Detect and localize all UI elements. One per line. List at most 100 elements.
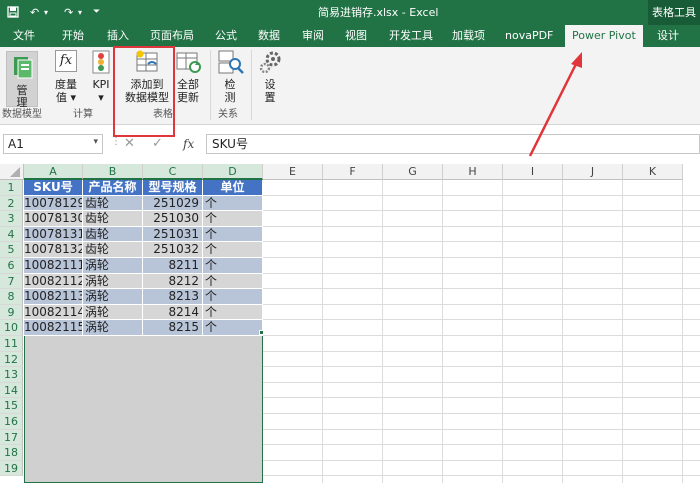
table-cell-unit[interactable]: 个 [203,273,263,290]
row-header-10[interactable]: 10 [0,320,23,336]
row-header-9[interactable]: 9 [0,304,23,321]
measures-button[interactable]: fx 度量 值 ▾ [51,50,81,108]
column-header-e[interactable]: E [263,164,323,180]
name-box[interactable]: A1 ▾ [3,134,103,154]
dropdown-icon[interactable]: ▾ [44,0,48,25]
table-cell-sku[interactable]: 10078132 [24,242,83,258]
column-header-j[interactable]: J [563,164,623,180]
table-cell-unit[interactable]: 个 [203,242,263,258]
column-header-a[interactable]: A [24,164,83,180]
table-cell-sku[interactable]: 10078129 [24,195,83,212]
tab-add-ins[interactable]: 加载项 [452,25,485,47]
column-header-f[interactable]: F [323,164,383,180]
chevron-down-icon[interactable]: ▾ [93,137,98,147]
tab-home[interactable]: 开始 [62,25,84,47]
update-all-button[interactable]: 全部 更新 [174,50,202,108]
table-cell-model[interactable]: 8211 [143,258,203,274]
row-header-16[interactable]: 16 [0,414,23,430]
worksheet-grid[interactable]: ABCDEFGHIJK 1 2 3 4 5 6 7 8 9 10 11 12 13 14 15 16 17 18 1… [0,164,700,483]
column-header-i[interactable]: I [503,164,563,180]
row-header-15[interactable]: 15 [0,398,23,414]
table-cell-sku[interactable]: 10078131 [24,226,83,243]
detect-button[interactable]: 检 测 [216,50,244,108]
table-cell-unit[interactable]: 个 [203,304,263,321]
column-header-h[interactable]: H [443,164,503,180]
tab-page-layout[interactable]: 页面布局 [150,25,194,47]
row-header-18[interactable]: 18 [0,445,23,461]
table-cell-unit[interactable]: 个 [203,258,263,274]
select-all-corner[interactable] [0,164,24,180]
tab-power-pivot[interactable]: Power Pivot [565,25,643,47]
tab-data[interactable]: 数据 [258,25,280,47]
table-cell-model[interactable]: 8212 [143,273,203,290]
table-cell-product-name[interactable]: 齿轮 [83,211,143,227]
row-header-1[interactable]: 1 [0,180,23,196]
tab-file[interactable]: 文件 [13,25,35,47]
tab-view[interactable]: 视图 [345,25,367,47]
row-header-8[interactable]: 8 [0,289,23,305]
table-cell-model[interactable]: 251029 [143,195,203,212]
table-header-sku[interactable]: SKU号 [24,180,83,196]
tab-formulas[interactable]: 公式 [215,25,237,47]
tab-novapdf[interactable]: novaPDF [505,25,553,47]
table-cell-product-name[interactable]: 涡轮 [83,289,143,305]
table-header-model[interactable]: 型号规格 [143,180,203,196]
table-cell-product-name[interactable]: 齿轮 [83,195,143,212]
column-header-c[interactable]: C [143,164,203,180]
column-header-k[interactable]: K [623,164,683,180]
row-header-17[interactable]: 17 [0,429,23,446]
table-cell-product-name[interactable]: 涡轮 [83,304,143,321]
tab-review[interactable]: 审阅 [302,25,324,47]
redo-icon[interactable]: ↷ [64,0,73,25]
table-header-product-name[interactable]: 产品名称 [83,180,143,196]
table-cell-product-name[interactable]: 涡轮 [83,258,143,274]
table-cell-sku[interactable]: 10082113 [24,289,83,305]
enter-icon[interactable]: ✓ [152,136,163,151]
fill-handle[interactable] [259,330,264,335]
table-cell-sku[interactable]: 10082114 [24,304,83,321]
undo-icon[interactable]: ↶ [30,0,39,25]
table-header-unit[interactable]: 单位 [203,180,263,196]
save-icon[interactable] [7,0,19,27]
column-header-d[interactable]: D [203,164,263,180]
row-header-5[interactable]: 5 [0,242,23,258]
table-cell-unit[interactable]: 个 [203,320,263,336]
row-header-12[interactable]: 12 [0,351,23,368]
table-cell-product-name[interactable]: 涡轮 [83,273,143,290]
insert-function-icon[interactable]: fx [183,137,194,151]
tab-insert[interactable]: 插入 [107,25,129,47]
tab-developer[interactable]: 开发工具 [389,25,433,47]
formula-input[interactable]: SKU号 [206,134,700,154]
tab-design[interactable]: 设计 [657,25,679,47]
column-header-b[interactable]: B [83,164,143,180]
row-header-4[interactable]: 4 [0,226,23,243]
row-header-7[interactable]: 7 [0,273,23,290]
row-header-6[interactable]: 6 [0,258,23,274]
table-cell-model[interactable]: 251030 [143,211,203,227]
row-header-19[interactable]: 19 [0,460,23,477]
table-cell-model[interactable]: 8215 [143,320,203,336]
table-cell-model[interactable]: 251032 [143,242,203,258]
table-cell-model[interactable]: 251031 [143,226,203,243]
table-cell-sku[interactable]: 10078130 [24,211,83,227]
table-cell-unit[interactable]: 个 [203,226,263,243]
row-header-13[interactable]: 13 [0,367,23,383]
table-cell-product-name[interactable]: 涡轮 [83,320,143,336]
manage-button[interactable]: 管理 [6,51,38,109]
table-cell-model[interactable]: 8213 [143,289,203,305]
row-header-14[interactable]: 14 [0,382,23,399]
row-header-3[interactable]: 3 [0,211,23,227]
table-cell-unit[interactable]: 个 [203,195,263,212]
dropdown-icon[interactable]: ▾ [78,0,82,25]
cancel-icon[interactable]: ✕ [124,136,135,151]
table-cell-unit[interactable]: 个 [203,289,263,305]
table-cell-model[interactable]: 8214 [143,304,203,321]
table-cell-unit[interactable]: 个 [203,211,263,227]
table-cell-product-name[interactable]: 齿轮 [83,226,143,243]
row-header-11[interactable]: 11 [0,336,23,352]
table-cell-product-name[interactable]: 齿轮 [83,242,143,258]
column-header-g[interactable]: G [383,164,443,180]
table-cell-sku[interactable]: 10082112 [24,273,83,290]
table-cell-sku[interactable]: 10082115 [24,320,83,336]
kpi-button[interactable]: KPI ▾ [88,50,114,108]
